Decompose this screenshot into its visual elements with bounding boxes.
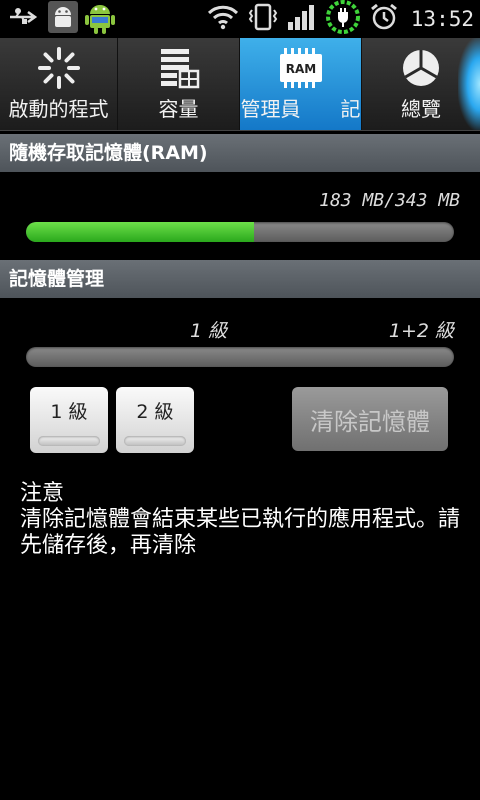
memory-section-header: 記憶體管理 <box>0 260 480 298</box>
android-app-icon <box>84 0 116 39</box>
tab-label: 容量 <box>158 97 199 121</box>
ram-chip-icon: RAM <box>278 45 324 91</box>
note-title: 注意 <box>20 481 65 506</box>
ram-chip-text: RAM <box>285 62 315 76</box>
spinner-icon <box>37 45 81 91</box>
scroll-edge-glow <box>458 38 480 130</box>
level-1-button-label: 1 級 <box>50 401 88 423</box>
android-debug-icon <box>48 1 78 37</box>
tab-label-partial: 記 <box>340 97 361 121</box>
ram-usage-text: 183 MB/343 MB <box>319 190 460 211</box>
memory-level-bar <box>26 347 454 367</box>
level-2-indicator <box>124 436 186 446</box>
level-2-button-label: 2 級 <box>136 401 174 423</box>
tab-label: 管理員 <box>240 97 301 121</box>
level-1-button[interactable]: 1 級 <box>30 387 108 453</box>
status-bar: 13:52 <box>0 0 480 38</box>
pie-chart-icon <box>401 45 441 91</box>
tab-memory-manager[interactable]: RAM 管理員 記 <box>240 38 362 130</box>
alarm-icon <box>369 2 399 36</box>
clock: 13:52 <box>410 7 474 31</box>
ram-usage-fill <box>26 222 255 242</box>
note-block: 注意 清除記憶體會結束某些已執行的應用程式。請先儲存後，再清除 <box>20 481 470 559</box>
tab-storage[interactable]: 容量 <box>118 38 240 130</box>
level-1-label: 1 級 <box>190 320 228 342</box>
clear-memory-button[interactable]: 清除記憶體 <box>292 387 448 451</box>
tab-running-apps[interactable]: 啟動的程式 <box>0 38 118 130</box>
ram-section-header: 隨機存取記憶體(RAM) <box>0 134 480 172</box>
tab-label: 啟動的程式 <box>8 97 109 121</box>
level-2-button[interactable]: 2 級 <box>116 387 194 453</box>
note-body: 清除記憶體會結束某些已執行的應用程式。請先儲存後，再清除 <box>20 507 461 558</box>
tab-label: 總覽 <box>401 97 441 121</box>
signal-icon <box>287 3 317 35</box>
tab-bar: 啟動的程式 容量 RAM 管理員 記 總覽 <box>0 38 480 131</box>
ram-usage-bar <box>26 222 454 242</box>
storage-icon <box>157 45 201 91</box>
usb-icon <box>8 5 42 33</box>
level-1-indicator <box>38 436 100 446</box>
level-1-2-label: 1+2 級 <box>388 320 454 342</box>
vibrate-icon <box>247 3 279 35</box>
battery-charging-icon <box>325 0 361 39</box>
wifi-icon <box>207 4 239 34</box>
